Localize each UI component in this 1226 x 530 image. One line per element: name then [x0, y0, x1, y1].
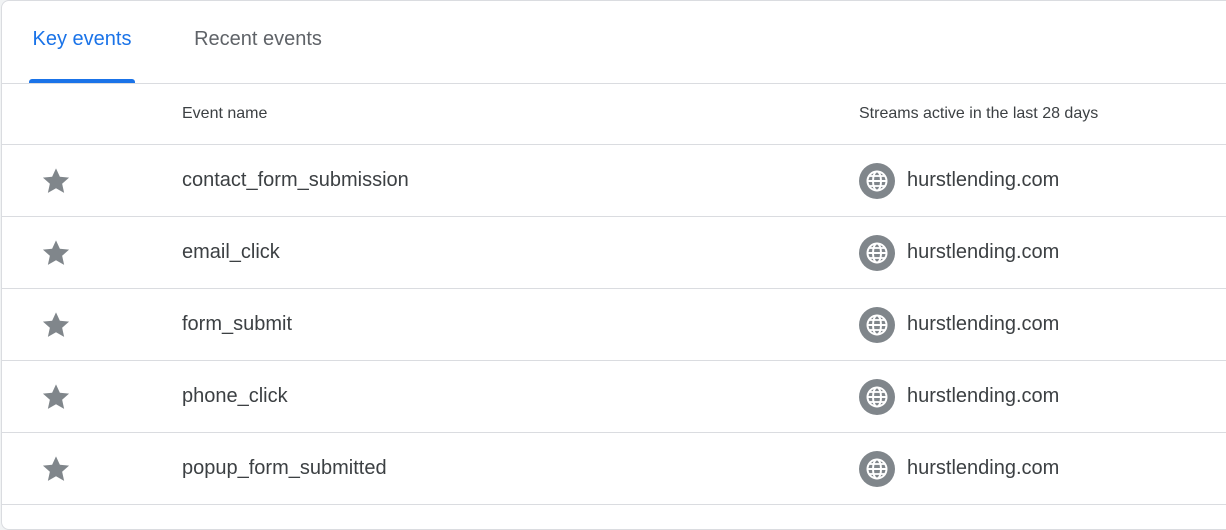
- globe-icon: [859, 378, 895, 415]
- stream-name: hurstlending.com: [907, 457, 1060, 479]
- table-row[interactable]: form_submit hurstlending.com: [2, 289, 1226, 361]
- table-header: Event name Streams active in the last 28…: [2, 84, 1226, 145]
- star-icon[interactable]: [40, 165, 72, 197]
- stream-name: hurstlending.com: [907, 385, 1060, 407]
- column-header-event-name[interactable]: Event name: [182, 84, 267, 144]
- event-name: phone_click: [182, 385, 288, 407]
- event-name: popup_form_submitted: [182, 457, 387, 479]
- star-icon[interactable]: [40, 381, 72, 413]
- key-events-card: Key events Recent events Event name Stre…: [1, 0, 1226, 530]
- active-tab-indicator: [29, 79, 135, 83]
- table-row[interactable]: contact_form_submission hurstlending.com: [2, 145, 1226, 217]
- stream-name: hurstlending.com: [907, 169, 1060, 191]
- stream-cell: hurstlending.com: [859, 145, 1059, 216]
- event-name: form_submit: [182, 313, 293, 335]
- table-row[interactable]: popup_form_submitted hurstlending.com: [2, 433, 1226, 505]
- stream-cell: hurstlending.com: [859, 217, 1059, 288]
- star-icon[interactable]: [40, 453, 72, 485]
- table-row[interactable]: phone_click hurstlending.com: [2, 361, 1226, 433]
- globe-icon: [859, 234, 895, 271]
- globe-icon: [859, 450, 895, 487]
- globe-icon: [859, 306, 895, 343]
- tab-key-events[interactable]: Key events: [26, 1, 138, 84]
- tab-bar: Key events Recent events: [2, 1, 1226, 84]
- stream-cell: hurstlending.com: [859, 361, 1059, 432]
- stream-cell: hurstlending.com: [859, 289, 1059, 360]
- event-name: email_click: [182, 241, 280, 263]
- stream-cell: hurstlending.com: [859, 433, 1059, 504]
- star-icon[interactable]: [40, 309, 72, 341]
- event-name: contact_form_submission: [182, 169, 409, 191]
- tab-recent-events[interactable]: Recent events: [184, 1, 332, 84]
- star-icon[interactable]: [40, 237, 72, 269]
- globe-icon: [859, 162, 895, 199]
- column-header-streams[interactable]: Streams active in the last 28 days: [859, 84, 1098, 144]
- stream-name: hurstlending.com: [907, 241, 1060, 263]
- stream-name: hurstlending.com: [907, 313, 1060, 335]
- table-row[interactable]: email_click hurstlending.com: [2, 217, 1226, 289]
